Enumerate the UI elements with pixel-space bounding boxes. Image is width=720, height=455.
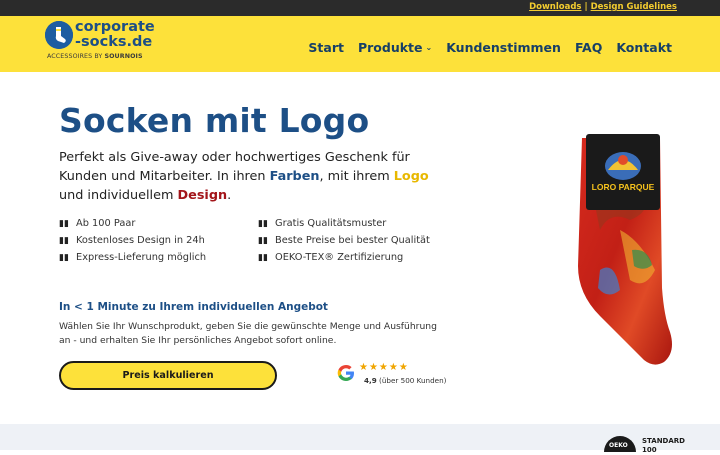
nav-item-produkte[interactable]: Produkte ⌄	[358, 40, 432, 55]
nav-item-label: Kundenstimmen	[446, 40, 561, 55]
sock-icon: ▮▮	[258, 218, 268, 229]
list-item: ▮▮ Beste Preise bei bester Qualität	[258, 232, 430, 249]
feature-label: Express-Lieferung möglich	[76, 252, 207, 263]
hero-description: Perfekt als Give-away oder hochwertiges …	[59, 148, 449, 205]
highlight-design: Design	[177, 188, 228, 203]
nav-item-label: Start	[308, 40, 344, 55]
hero-text-part: .	[227, 188, 232, 203]
sock-icon: ▮▮	[59, 252, 69, 263]
nav-item-label: FAQ	[574, 40, 603, 55]
nav-item-label: Produkte	[357, 40, 423, 55]
google-icon	[337, 365, 354, 381]
standard-100-label: STANDARD 100	[642, 437, 685, 455]
sock-label: LORO PARQUE	[592, 182, 655, 192]
feature-label: Kostenloses Design in 24h	[76, 235, 205, 246]
brand-sub-name: SOURNOIS	[104, 53, 143, 60]
chevron-down-icon: ⌄	[425, 43, 433, 52]
offer-heading: In < 1 Minute zu Ihrem individuellen Ang…	[59, 301, 328, 313]
logo-sock-icon[interactable]	[45, 21, 73, 49]
hero-text-part: , mit ihrem	[319, 169, 394, 184]
rating-stars: ★★★★★	[359, 362, 409, 373]
header: corporate -socks.de ACCESSOIRES BY SOURN…	[0, 16, 720, 72]
oeko-badge-text: OEKO	[609, 442, 628, 449]
offer-description: Wählen Sie Ihr Wunschprodukt, geben Sie …	[59, 321, 437, 346]
feature-list-right: ▮▮ Gratis Qualitätsmuster ▮▮ Beste Preise …	[258, 215, 430, 266]
rating-score: 4,9 (über 500 Kunden)	[364, 376, 446, 385]
product-sock-image: LORO PARQUE	[560, 120, 680, 370]
highlight-logo: Logo	[393, 169, 429, 184]
list-item: ▮▮ Express-Lieferung möglich	[59, 249, 206, 266]
nav-item-kundenstimmen[interactable]: Kundenstimmen	[446, 40, 561, 55]
feature-label: Beste Preise bei bester Qualität	[275, 235, 430, 246]
top-links: Downloads | Design Guidelines	[529, 2, 677, 12]
nav-item-label: Kontakt	[616, 40, 672, 55]
design-guidelines-link[interactable]: Design Guidelines	[591, 2, 677, 12]
nav-item-start[interactable]: Start	[308, 40, 344, 55]
rating-value: 4,9	[364, 376, 377, 385]
list-item: ▮▮ OEKO-TEX® Zertifizierung	[258, 249, 430, 266]
brand-name-line1: corporate	[75, 19, 155, 35]
page-title: Socken mit Logo	[59, 101, 370, 140]
nav-item-faq[interactable]: FAQ	[575, 40, 602, 55]
brand-subline: ACCESSOIRES BY SOURNOIS	[47, 53, 143, 60]
top-bar: Downloads | Design Guidelines	[0, 0, 720, 16]
list-item: ▮▮ Gratis Qualitätsmuster	[258, 215, 430, 232]
top-links-separator: |	[584, 2, 588, 12]
calculate-price-button[interactable]: Preis kalkulieren	[59, 361, 277, 390]
list-item: ▮▮ Ab 100 Paar	[59, 215, 206, 232]
main-nav: Start Produkte ⌄ Kundenstimmen FAQ Kontak…	[308, 40, 672, 55]
brand-name[interactable]: corporate -socks.de	[75, 20, 155, 50]
feature-label: Ab 100 Paar	[76, 218, 136, 229]
sock-icon: ▮▮	[59, 235, 69, 246]
downloads-link[interactable]: Downloads	[529, 2, 581, 12]
sock-icon: ▮▮	[258, 252, 268, 263]
sock-icon: ▮▮	[59, 218, 69, 229]
brand-sub-prefix: ACCESSOIRES BY	[47, 53, 105, 60]
brand-name-line2: -socks.de	[75, 34, 153, 50]
feature-label: Gratis Qualitätsmuster	[275, 218, 387, 229]
standard-line1: STANDARD	[642, 437, 685, 445]
nav-item-kontakt[interactable]: Kontakt	[616, 40, 672, 55]
highlight-colors: Farben	[269, 169, 320, 184]
hero-text-part: und individuellem	[59, 188, 178, 203]
standard-line2: 100	[642, 446, 657, 454]
rating-count: (über 500 Kunden)	[379, 376, 447, 385]
list-item: ▮▮ Kostenloses Design in 24h	[59, 232, 206, 249]
sock-icon: ▮▮	[258, 235, 268, 246]
feature-label: OEKO-TEX® Zertifizierung	[275, 252, 404, 263]
feature-list-left: ▮▮ Ab 100 Paar ▮▮ Kostenloses Design in 24…	[59, 215, 206, 266]
